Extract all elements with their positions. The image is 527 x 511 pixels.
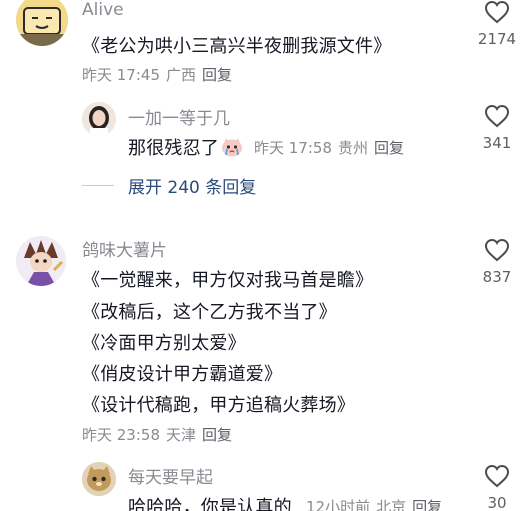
- comment-list: Alive 《老公为哄小三高兴半夜删我源文件》 昨天 17:45 广西 回复 217…: [0, 0, 527, 511]
- anime-character-avatar[interactable]: [16, 236, 66, 286]
- cat-photo-avatar[interactable]: [82, 462, 116, 496]
- like-button[interactable]: 837: [475, 238, 519, 286]
- expand-replies-button[interactable]: 展开 240 条回复: [82, 172, 256, 198]
- comment-meta: 昨天 23:58 天津 回复: [82, 424, 238, 445]
- comment-text: 《一觉醒来，甲方仅对我马首是瞻》: [82, 270, 374, 291]
- heart-icon: [484, 464, 510, 488]
- comment-time: 昨天 23:58: [82, 426, 160, 444]
- like-button[interactable]: 341: [475, 104, 519, 152]
- expand-replies-label: 展开 240 条回复: [128, 177, 257, 198]
- comment-text: 《俏皮设计甲方霸道爱》: [82, 364, 283, 385]
- comment-meta: 昨天 17:58 贵州 回复: [254, 137, 410, 158]
- divider: [82, 184, 114, 186]
- comment-author[interactable]: 每天要早起: [128, 463, 213, 488]
- like-count: 837: [482, 268, 512, 286]
- crying-cat-emoji-icon: [221, 137, 243, 162]
- heart-icon: [484, 104, 510, 128]
- like-count: 30: [487, 494, 507, 511]
- comment-author[interactable]: 鸽味大薯片: [82, 236, 167, 261]
- girl-photo-avatar[interactable]: [82, 102, 116, 136]
- comment-location: 北京: [376, 498, 407, 511]
- heart-icon: [484, 0, 510, 24]
- comment-text: 《冷面甲方别太爱》: [82, 333, 246, 354]
- comment-text: 哈哈哈，你是认真的: [128, 497, 292, 511]
- comment-text-content: 那很残忍了: [128, 138, 219, 159]
- reply-button[interactable]: 回复: [412, 498, 442, 511]
- cartoon-face-avatar[interactable]: [16, 0, 68, 46]
- comment-author[interactable]: Alive: [82, 0, 124, 20]
- like-button[interactable]: 30: [475, 464, 519, 511]
- comment-time: 12小时前: [306, 498, 371, 511]
- comment-text: 《老公为哄小三高兴半夜删我源文件》: [82, 36, 392, 57]
- comment-text: 《设计代稿跑，甲方追稿火葬场》: [82, 395, 355, 416]
- comment-author[interactable]: 一加一等于几: [128, 104, 230, 129]
- reply-button[interactable]: 回复: [202, 426, 232, 444]
- comment-text: 那很残忍了: [128, 134, 243, 162]
- comment-time: 昨天 17:45: [82, 66, 160, 84]
- like-button[interactable]: 2174: [475, 0, 519, 48]
- comment-location: 天津: [166, 426, 197, 444]
- reply-button[interactable]: 回复: [374, 139, 404, 157]
- like-count: 2174: [477, 30, 517, 48]
- comment-time: 昨天 17:58: [254, 139, 332, 157]
- heart-icon: [484, 238, 510, 262]
- reply-button[interactable]: 回复: [202, 66, 232, 84]
- comment-meta: 12小时前 北京 回复: [306, 496, 448, 511]
- comment-text: 《改稿后，这个乙方我不当了》: [82, 302, 337, 323]
- comment-location: 广西: [166, 66, 197, 84]
- comment-location: 贵州: [338, 139, 369, 157]
- comment-meta: 昨天 17:45 广西 回复: [82, 64, 238, 85]
- like-count: 341: [482, 134, 512, 152]
